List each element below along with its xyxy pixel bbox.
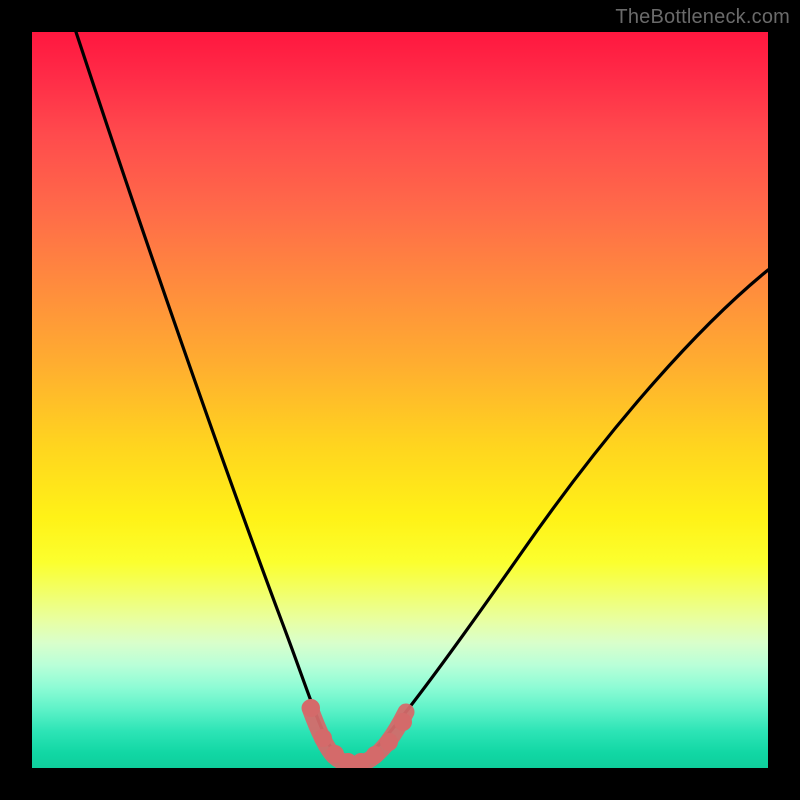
bottleneck-curve — [32, 32, 768, 768]
watermark-text: TheBottleneck.com — [615, 6, 790, 29]
curve-path — [76, 32, 768, 762]
plot-area — [32, 32, 768, 768]
chart-frame: TheBottleneck.com — [0, 0, 800, 800]
